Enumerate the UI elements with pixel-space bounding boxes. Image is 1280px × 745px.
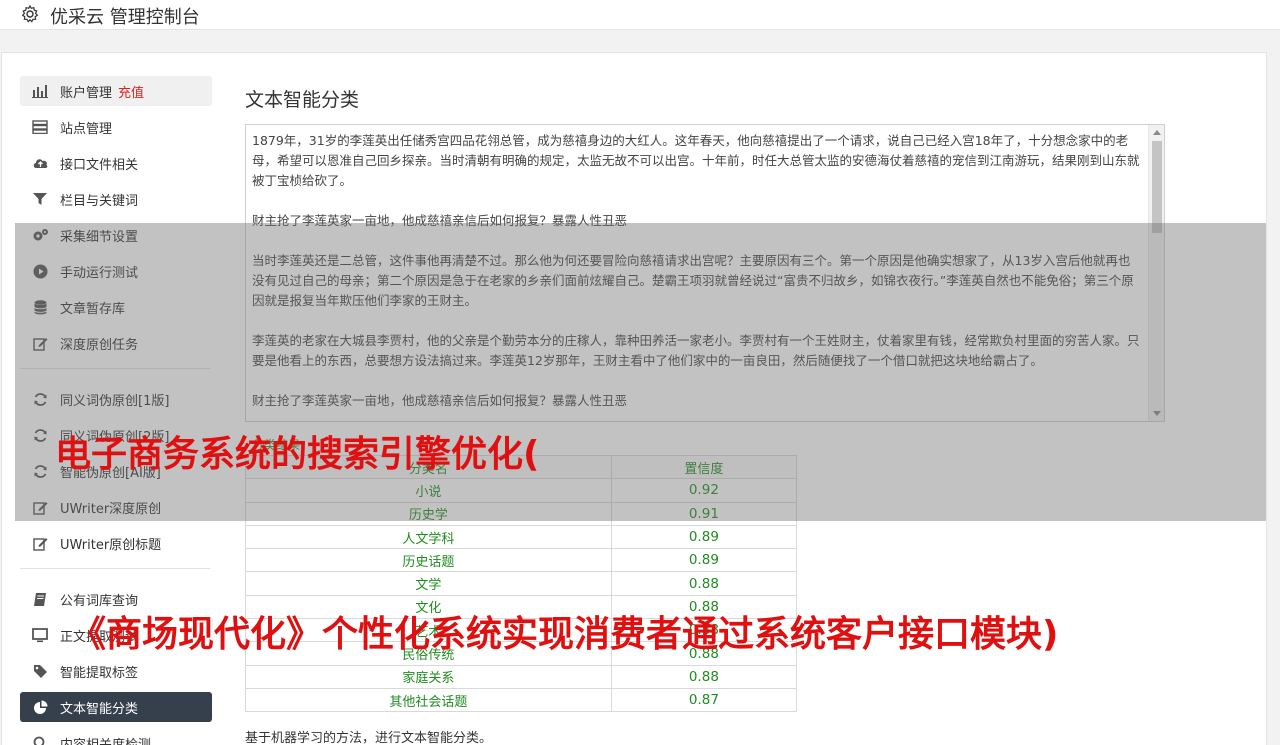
table-row: 历史话题 0.89 (245, 548, 798, 573)
table-row: 家庭关系 0.88 (245, 664, 798, 689)
bar-chart-icon (31, 82, 49, 100)
table-row: 其他社会话题 0.87 (245, 687, 798, 713)
sidebar-item-columns-keywords[interactable]: 栏目与关键词 (20, 184, 212, 214)
score-cell: 0.87 (610, 687, 798, 713)
sidebar-item-label: 智能提取标签 (60, 665, 139, 681)
sidebar-item-label: 站点管理 (60, 121, 113, 137)
score-cell: 0.89 (610, 524, 798, 550)
cloud-upload-icon (31, 154, 49, 172)
footer-note: 基于机器学习的方法，进行文本智能分类。 (245, 731, 493, 745)
recharge-link[interactable]: 充值 (118, 82, 144, 101)
sidebar-item-label: 栏目与关键词 (60, 193, 139, 209)
category-cell: 文学 (245, 571, 612, 596)
category-cell: 家庭关系 (245, 664, 612, 689)
sidebar-divider (20, 568, 210, 569)
category-cell: 人文学科 (245, 524, 612, 550)
book-icon (31, 590, 49, 608)
sidebar-item-label: 文本智能分类 (60, 701, 139, 717)
tag-icon (31, 662, 49, 680)
sidebar-item-text-classify[interactable]: 文本智能分类 (20, 692, 212, 722)
score-cell: 0.88 (610, 571, 798, 596)
overlay-headline-2: 《商场现代化》个性化系统实现消费者通过系统客户接口模块) (70, 614, 1059, 655)
score-cell: 0.88 (610, 664, 798, 689)
sidebar-item-label: 内容相关度检测 (60, 737, 152, 745)
page-title: 文本智能分类 (245, 89, 360, 111)
score-cell: 0.89 (610, 548, 798, 573)
gear-icon[interactable] (20, 4, 40, 24)
filter-icon (31, 190, 49, 208)
search-icon (31, 734, 49, 745)
table-row: 文学 0.88 (245, 571, 798, 596)
monitor-icon (31, 626, 49, 644)
server-icon (31, 118, 49, 136)
pie-chart-icon (31, 698, 49, 716)
sidebar-item-label: 账户管理 (60, 85, 113, 101)
table-row: 人文学科 0.89 (245, 524, 798, 550)
overlay-headline-1: 电子商务系统的搜索引擎优化( (55, 434, 540, 475)
sidebar-item-api-files[interactable]: 接口文件相关 (20, 148, 212, 178)
edit-icon (31, 534, 49, 552)
sidebar-item-relevance-check[interactable]: 内容相关度检测 (20, 728, 212, 745)
sidebar-item-label: UWriter原创标题 (60, 537, 162, 553)
top-bar: 优采云 管理控制台 (0, 0, 1280, 30)
sidebar-item-account[interactable]: 账户管理 充值 (20, 76, 212, 106)
sidebar-item-uwriter-title[interactable]: UWriter原创标题 (20, 528, 212, 558)
scroll-thumb[interactable] (1152, 141, 1162, 233)
sidebar-item-sites[interactable]: 站点管理 (20, 112, 212, 142)
app-title: 优采云 管理控制台 (50, 7, 200, 28)
sidebar-item-smart-tags[interactable]: 智能提取标签 (20, 656, 212, 686)
sidebar-item-label: 接口文件相关 (60, 157, 139, 173)
scroll-up-arrow[interactable] (1153, 130, 1161, 135)
category-cell: 历史话题 (245, 548, 612, 573)
category-cell: 其他社会话题 (245, 687, 612, 713)
